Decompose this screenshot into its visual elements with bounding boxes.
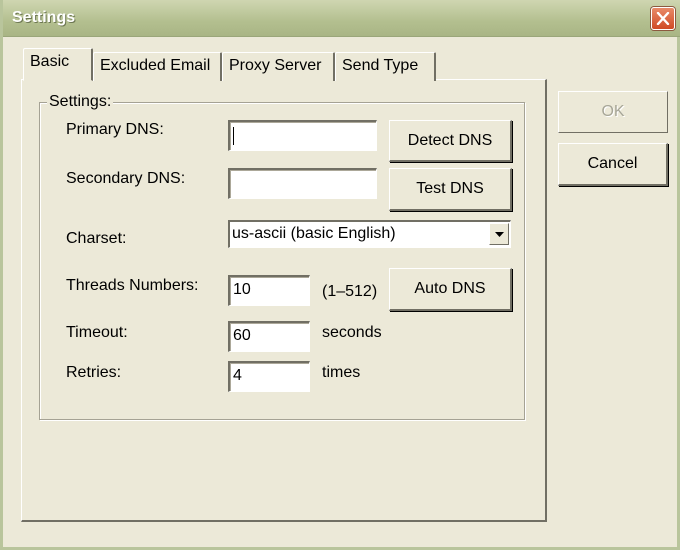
threads-label: Threads Numbers: xyxy=(66,277,199,294)
close-icon xyxy=(656,12,670,25)
charset-select[interactable]: us-ascii (basic English) xyxy=(228,220,511,248)
charset-dropdown-button[interactable] xyxy=(489,223,509,245)
auto-dns-button-label: Auto DNS xyxy=(414,280,486,297)
ok-button-label: OK xyxy=(601,103,625,120)
timeout-label: Timeout: xyxy=(66,324,128,341)
detect-dns-button-label: Detect DNS xyxy=(407,131,493,149)
secondary-dns-label: Secondary DNS: xyxy=(66,170,186,187)
ok-button[interactable]: OK xyxy=(558,91,668,133)
threads-value: 10 xyxy=(233,281,251,298)
tab-proxy-server-label: Proxy Server xyxy=(229,57,322,74)
tab-send-type-label: Send Type xyxy=(342,57,419,74)
chevron-down-icon xyxy=(495,232,504,237)
tab-basic[interactable]: Basic xyxy=(23,48,93,81)
text-caret xyxy=(233,127,234,145)
retries-unit: times xyxy=(322,364,361,381)
tab-basic-label: Basic xyxy=(30,53,70,70)
tab-send-type[interactable]: Send Type xyxy=(335,52,436,81)
close-button[interactable] xyxy=(651,7,675,30)
timeout-value: 60 xyxy=(233,327,251,344)
auto-dns-button[interactable]: Auto DNS xyxy=(389,268,512,311)
primary-dns-label: Primary DNS: xyxy=(66,121,164,138)
tab-excluded-email-label: Excluded Email xyxy=(100,57,211,74)
primary-dns-field[interactable] xyxy=(228,120,377,151)
timeout-unit: seconds xyxy=(322,324,382,341)
tab-proxy-server[interactable]: Proxy Server xyxy=(222,52,335,81)
charset-selected-value: us-ascii (basic English) xyxy=(232,225,396,242)
settings-group-legend: Settings: xyxy=(47,93,114,111)
retries-label: Retries: xyxy=(66,364,122,381)
test-dns-button-label: Test DNS xyxy=(416,180,484,197)
threads-range-hint: (1–512) xyxy=(322,283,378,300)
cancel-button[interactable]: Cancel xyxy=(558,143,668,186)
settings-dialog: Settings Basic Excluded Email Proxy Serv… xyxy=(0,0,680,550)
title-bar[interactable]: Settings xyxy=(3,0,680,37)
timeout-field[interactable]: 60 xyxy=(228,321,310,352)
retries-field[interactable]: 4 xyxy=(228,361,310,392)
charset-label: Charset: xyxy=(66,230,127,247)
detect-dns-button[interactable]: Detect DNS xyxy=(389,120,512,162)
tab-excluded-email[interactable]: Excluded Email xyxy=(93,52,222,81)
threads-field[interactable]: 10 xyxy=(228,275,310,306)
retries-value: 4 xyxy=(233,367,242,384)
window-title: Settings xyxy=(12,9,76,26)
cancel-button-label: Cancel xyxy=(587,155,638,172)
test-dns-button[interactable]: Test DNS xyxy=(389,168,512,211)
secondary-dns-field[interactable] xyxy=(228,168,377,199)
